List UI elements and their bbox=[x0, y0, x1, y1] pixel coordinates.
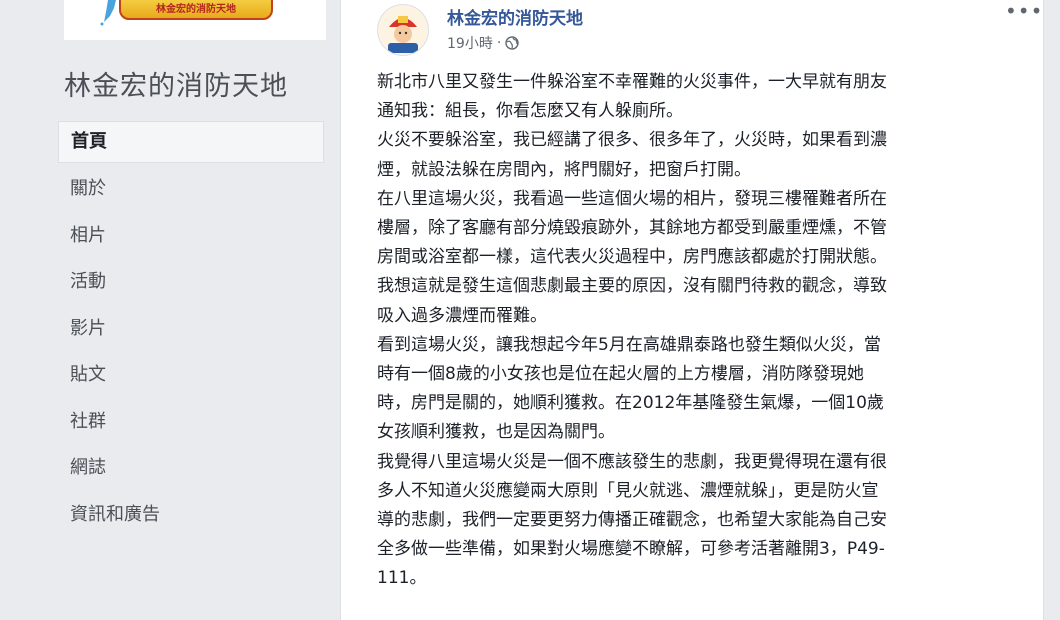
post-line: 看到這場火災，讓我想起今年5月在高雄鼎泰路也發生類似火災，當 bbox=[377, 334, 881, 355]
post-author-link[interactable]: 林金宏的消防天地 bbox=[447, 4, 583, 29]
post-line: 女孩順利獲救，也是因為關門。 bbox=[377, 422, 615, 443]
cover-banner: 林金宏的消防天地 bbox=[119, 0, 273, 20]
nav-item-info-ads[interactable]: 資訊和廣告 bbox=[58, 493, 324, 540]
left-column: 林金宏的消防天地 林金宏的消防天地 首頁 關於 相片 活動 影片 貼文 社群 網… bbox=[0, 0, 340, 596]
post-body: 新北市八里又發生一件躲浴室不幸罹難的火災事件，一大早就有朋友 通知我：組長，你看… bbox=[377, 68, 1025, 594]
post-line: 通知我：組長，你看怎麼又有人躲廁所。 bbox=[377, 101, 683, 122]
nav-item-posts[interactable]: 貼文 bbox=[58, 353, 324, 400]
nav-item-label: 相片 bbox=[70, 224, 106, 246]
nav-item-events[interactable]: 活動 bbox=[58, 260, 324, 307]
avatar[interactable] bbox=[377, 4, 429, 56]
nav-item-label: 首頁 bbox=[71, 131, 107, 152]
post-line: 導的悲劇，我們一定要更努力傳播正確觀念，也希望大家能為自己安 bbox=[377, 510, 887, 531]
post-line: 我覺得八里這場火災是一個不應該發生的悲劇，我更覺得現在還有很 bbox=[377, 451, 887, 472]
post-line: 全多做一些準備，如果對火場應變不瞭解，可參考活著離開3，P49- bbox=[377, 539, 885, 560]
post-line: 多人不知道火災應變兩大原則「見火就逃、濃煙就躲」，更是防火宣 bbox=[377, 480, 879, 501]
post-line: 在八里這場火災，我看過一些這個火場的相片，發現三樓罹難者所在 bbox=[377, 188, 887, 209]
more-options-icon[interactable]: ••• bbox=[1005, 1, 1043, 21]
nav-item-label: 關於 bbox=[70, 178, 106, 199]
post-line: 我想這就是發生這個悲劇最主要的原因，沒有關門待救的觀念，導致 bbox=[377, 276, 887, 297]
meta-separator: · bbox=[496, 35, 502, 51]
nav-item-label: 活動 bbox=[70, 271, 106, 292]
nav-item-photos[interactable]: 相片 bbox=[58, 214, 324, 261]
nav-item-home[interactable]: 首頁 bbox=[58, 121, 324, 163]
cover-banner-text: 林金宏的消防天地 bbox=[156, 3, 236, 15]
firefighter-avatar-icon bbox=[378, 5, 428, 55]
post-card: 林金宏的消防天地 19小時 · ••• 新北市八里又發生一件躲浴室不幸罹難的火災… bbox=[340, 0, 1044, 620]
post-line: 新北市八里又發生一件躲浴室不幸罹難的火災事件，一大早就有朋友 bbox=[377, 72, 887, 92]
nav-item-label: 影片 bbox=[70, 317, 106, 339]
page-title: 林金宏的消防天地 bbox=[64, 71, 288, 102]
post-timestamp[interactable]: 19小時 bbox=[447, 33, 493, 53]
nav-item-label: 社群 bbox=[70, 410, 106, 432]
cover-photo[interactable]: 林金宏的消防天地 bbox=[64, 0, 326, 40]
post-line: 吸入過多濃煙而罹難。 bbox=[377, 305, 547, 326]
post-line: 時有一個8歲的小女孩也是位在起火層的上方樓層，消防隊發現她 bbox=[377, 364, 864, 385]
nav-item-label: 貼文 bbox=[70, 364, 106, 385]
globe-icon bbox=[505, 36, 519, 50]
post-line: 火災不要躲浴室，我已經講了很多、很多年了，火災時，如果看到濃 bbox=[377, 130, 887, 151]
nav-item-community[interactable]: 社群 bbox=[58, 400, 324, 447]
nav-item-videos[interactable]: 影片 bbox=[58, 307, 324, 354]
nav-item-label: 資訊和廣告 bbox=[70, 503, 160, 525]
page-nav: 首頁 關於 相片 活動 影片 貼文 社群 網誌 資訊和廣告 bbox=[58, 121, 324, 539]
post-line: 煙，就設法躲在房間內，將門關好，把窗戶打開。 bbox=[377, 159, 751, 180]
post-line: 111。 bbox=[377, 568, 427, 589]
nav-item-label: 網誌 bbox=[70, 457, 106, 478]
post-line: 房間或浴室都一樣，這代表火災過程中，房門應該都處於打開狀態。 bbox=[377, 247, 887, 268]
post-meta: 19小時 · bbox=[447, 33, 519, 53]
post-line: 時，房門是關的，她順利獲救。在2012年基隆發生氣爆，一個10歲 bbox=[377, 393, 884, 414]
nav-item-notes[interactable]: 網誌 bbox=[58, 446, 324, 493]
nav-item-about[interactable]: 關於 bbox=[58, 167, 324, 214]
post-line: 樓層，除了客廳有部分燒毀痕跡外，其餘地方都受到嚴重煙燻，不管 bbox=[377, 218, 887, 239]
